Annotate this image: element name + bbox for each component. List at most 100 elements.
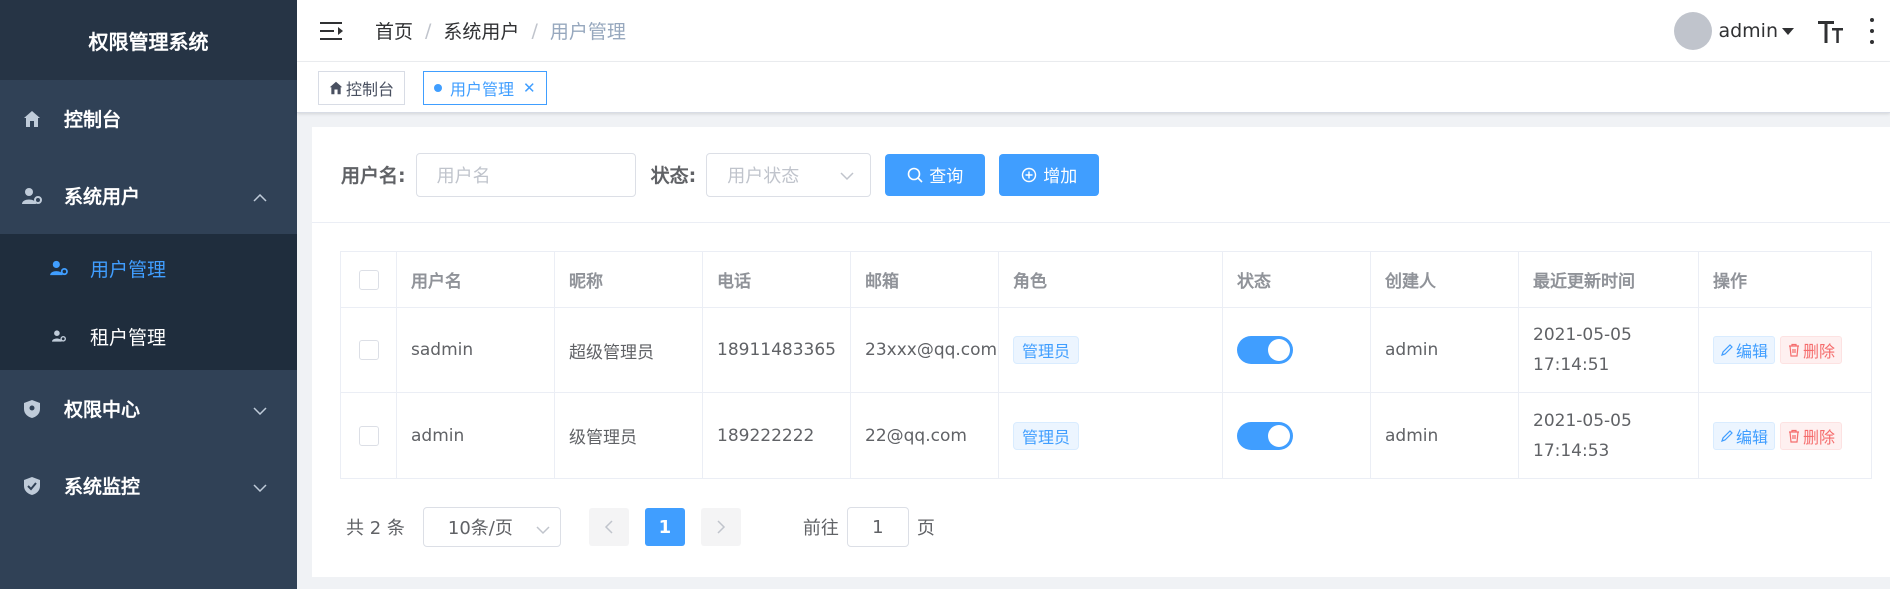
chevron-down-icon — [840, 167, 854, 188]
font-size-icon[interactable] — [1818, 16, 1844, 46]
breadcrumb-separator: / — [531, 19, 538, 42]
trash-icon — [1789, 429, 1800, 443]
table-row: sadmin 超级管理员 18911483365 23xxx@qq.com 管理… — [341, 308, 1871, 393]
cell-phone: 18911483365 — [703, 308, 851, 392]
table-header-row: 用户名 昵称 电话 邮箱 角色 状态 创建人 最近更新时间 操作 — [341, 252, 1871, 308]
page-size-select[interactable]: 10条/页 — [422, 507, 561, 547]
main-card: 用户名: 用户名 状态: 用户状态 查询 增加 用户名 昵称 电话 邮箱 角色 … — [312, 127, 1890, 577]
goto-prefix: 前往 — [802, 518, 839, 539]
chevron-up-icon — [253, 185, 267, 207]
edit-button[interactable]: 编辑 — [1713, 336, 1776, 364]
trash-icon — [1789, 343, 1800, 357]
column-header: 状态 — [1223, 252, 1371, 307]
breadcrumb-separator: / — [425, 19, 432, 42]
sidebar-item-permission-center[interactable]: 权限中心 — [0, 370, 297, 447]
next-page-button[interactable] — [700, 508, 741, 546]
goto-page: 前往 1 页 — [803, 507, 935, 547]
cell-nickname: 超级管理员 — [555, 308, 703, 392]
add-button-label: 增加 — [1043, 167, 1078, 187]
sidebar-item-user-management[interactable]: 用户管理 — [0, 234, 297, 302]
column-header: 角色 — [999, 252, 1223, 307]
sidebar-item-label: 租户管理 — [90, 326, 167, 349]
breadcrumb-home[interactable]: 首页 — [375, 17, 413, 44]
sidebar-item-label: 控制台 — [64, 109, 122, 131]
delete-button-label: 删除 — [1803, 342, 1836, 361]
cell-nickname: 级管理员 — [555, 393, 703, 478]
sidebar-item-label: 系统用户 — [64, 186, 141, 208]
add-button[interactable]: 增加 — [999, 153, 1100, 196]
column-header: 电话 — [703, 252, 851, 307]
page-number-button[interactable]: 1 — [644, 508, 685, 546]
sidebar-item-label: 用户管理 — [90, 258, 167, 281]
user-gear-icon — [22, 186, 42, 206]
prev-page-button[interactable] — [588, 508, 629, 546]
home-icon — [22, 109, 42, 129]
page-size-value: 10条/页 — [447, 518, 513, 539]
cell-creator: admin — [1371, 308, 1519, 392]
sidebar-item-label: 系统监控 — [64, 476, 141, 498]
chevron-left-icon — [604, 520, 613, 534]
username-input[interactable]: 用户名 — [415, 152, 636, 197]
row-checkbox[interactable] — [358, 425, 379, 446]
column-header: 最近更新时间 — [1519, 252, 1699, 307]
column-header: 创建人 — [1371, 252, 1519, 307]
column-header: 昵称 — [555, 252, 703, 307]
search-button-label: 查询 — [929, 167, 964, 187]
role-tag: 管理员 — [1013, 336, 1080, 364]
role-tag: 管理员 — [1013, 421, 1080, 450]
sidebar-item-system-monitor[interactable]: 系统监控 — [0, 447, 297, 524]
chevron-down-icon — [253, 398, 267, 420]
tags-view: 控制台 用户管理 ✕ — [297, 62, 1890, 113]
user-menu[interactable]: admin — [1718, 20, 1794, 42]
select-all-checkbox[interactable] — [358, 269, 379, 290]
delete-button[interactable]: 删除 — [1780, 421, 1843, 450]
submenu-system-users: 用户管理 租户管理 — [0, 234, 297, 370]
breadcrumb-system-users[interactable]: 系统用户 — [443, 17, 519, 44]
pagination-total: 共 2 条 — [346, 518, 405, 539]
sidebar-item-dashboard[interactable]: 控制台 — [0, 80, 297, 157]
sidebar-item-label: 权限中心 — [64, 399, 141, 421]
tag-dashboard[interactable]: 控制台 — [318, 71, 406, 105]
sidebar: 权限管理系统 控制台 系统用户 用户管理 租户管理 权限中心 系统监控 — [0, 0, 297, 589]
hamburger-icon[interactable] — [319, 18, 345, 44]
close-icon[interactable]: ✕ — [523, 79, 536, 97]
chevron-down-icon — [253, 475, 267, 497]
status-switch[interactable] — [1237, 336, 1293, 364]
sidebar-item-tenant-management[interactable]: 租户管理 — [0, 302, 297, 370]
status-select[interactable]: 用户状态 — [706, 152, 872, 197]
delete-button[interactable]: 删除 — [1780, 336, 1843, 364]
goto-page-input[interactable]: 1 — [846, 507, 909, 547]
active-dot — [434, 84, 442, 92]
pagination: 共 2 条 10条/页 1 前往 1 页 — [346, 507, 935, 547]
cell-username: sadmin — [397, 308, 555, 392]
filter-bar: 用户名: 用户名 状态: 用户状态 查询 增加 — [312, 127, 1890, 223]
tag-label: 用户管理 — [450, 80, 515, 99]
column-header: 操作 — [1713, 272, 1747, 292]
edit-icon — [1721, 429, 1733, 442]
navbar-right: admin — [1674, 0, 1890, 62]
user-gear-icon — [50, 259, 68, 277]
search-button[interactable]: 查询 — [885, 153, 986, 196]
delete-button-label: 删除 — [1803, 427, 1836, 447]
username-filter-label: 用户名: — [341, 165, 406, 187]
home-icon — [329, 81, 343, 95]
chevron-down-icon — [536, 521, 550, 542]
row-checkbox[interactable] — [358, 340, 379, 360]
edit-button[interactable]: 编辑 — [1713, 421, 1776, 450]
tag-user-management[interactable]: 用户管理 ✕ — [423, 71, 547, 105]
caret-down-icon — [1782, 27, 1794, 35]
status-filter-label: 状态: — [650, 165, 697, 187]
cell-username: admin — [397, 393, 555, 478]
edit-icon — [1721, 344, 1733, 356]
username-label: admin — [1718, 20, 1778, 42]
more-vertical-icon[interactable] — [1868, 18, 1876, 44]
avatar[interactable] — [1674, 12, 1713, 50]
column-header: 邮箱 — [851, 252, 999, 307]
sidebar-item-system-users[interactable]: 系统用户 — [0, 157, 297, 234]
status-switch[interactable] — [1237, 421, 1293, 450]
cell-phone: 189222222 — [703, 393, 851, 478]
cell-updated-time: 2021-05-05 17:14:51 — [1533, 325, 1632, 375]
breadcrumb: 首页 / 系统用户 / 用户管理 — [375, 17, 626, 44]
edit-button-label: 编辑 — [1736, 427, 1769, 447]
user-table: 用户名 昵称 电话 邮箱 角色 状态 创建人 最近更新时间 操作 sadmin … — [340, 251, 1872, 479]
